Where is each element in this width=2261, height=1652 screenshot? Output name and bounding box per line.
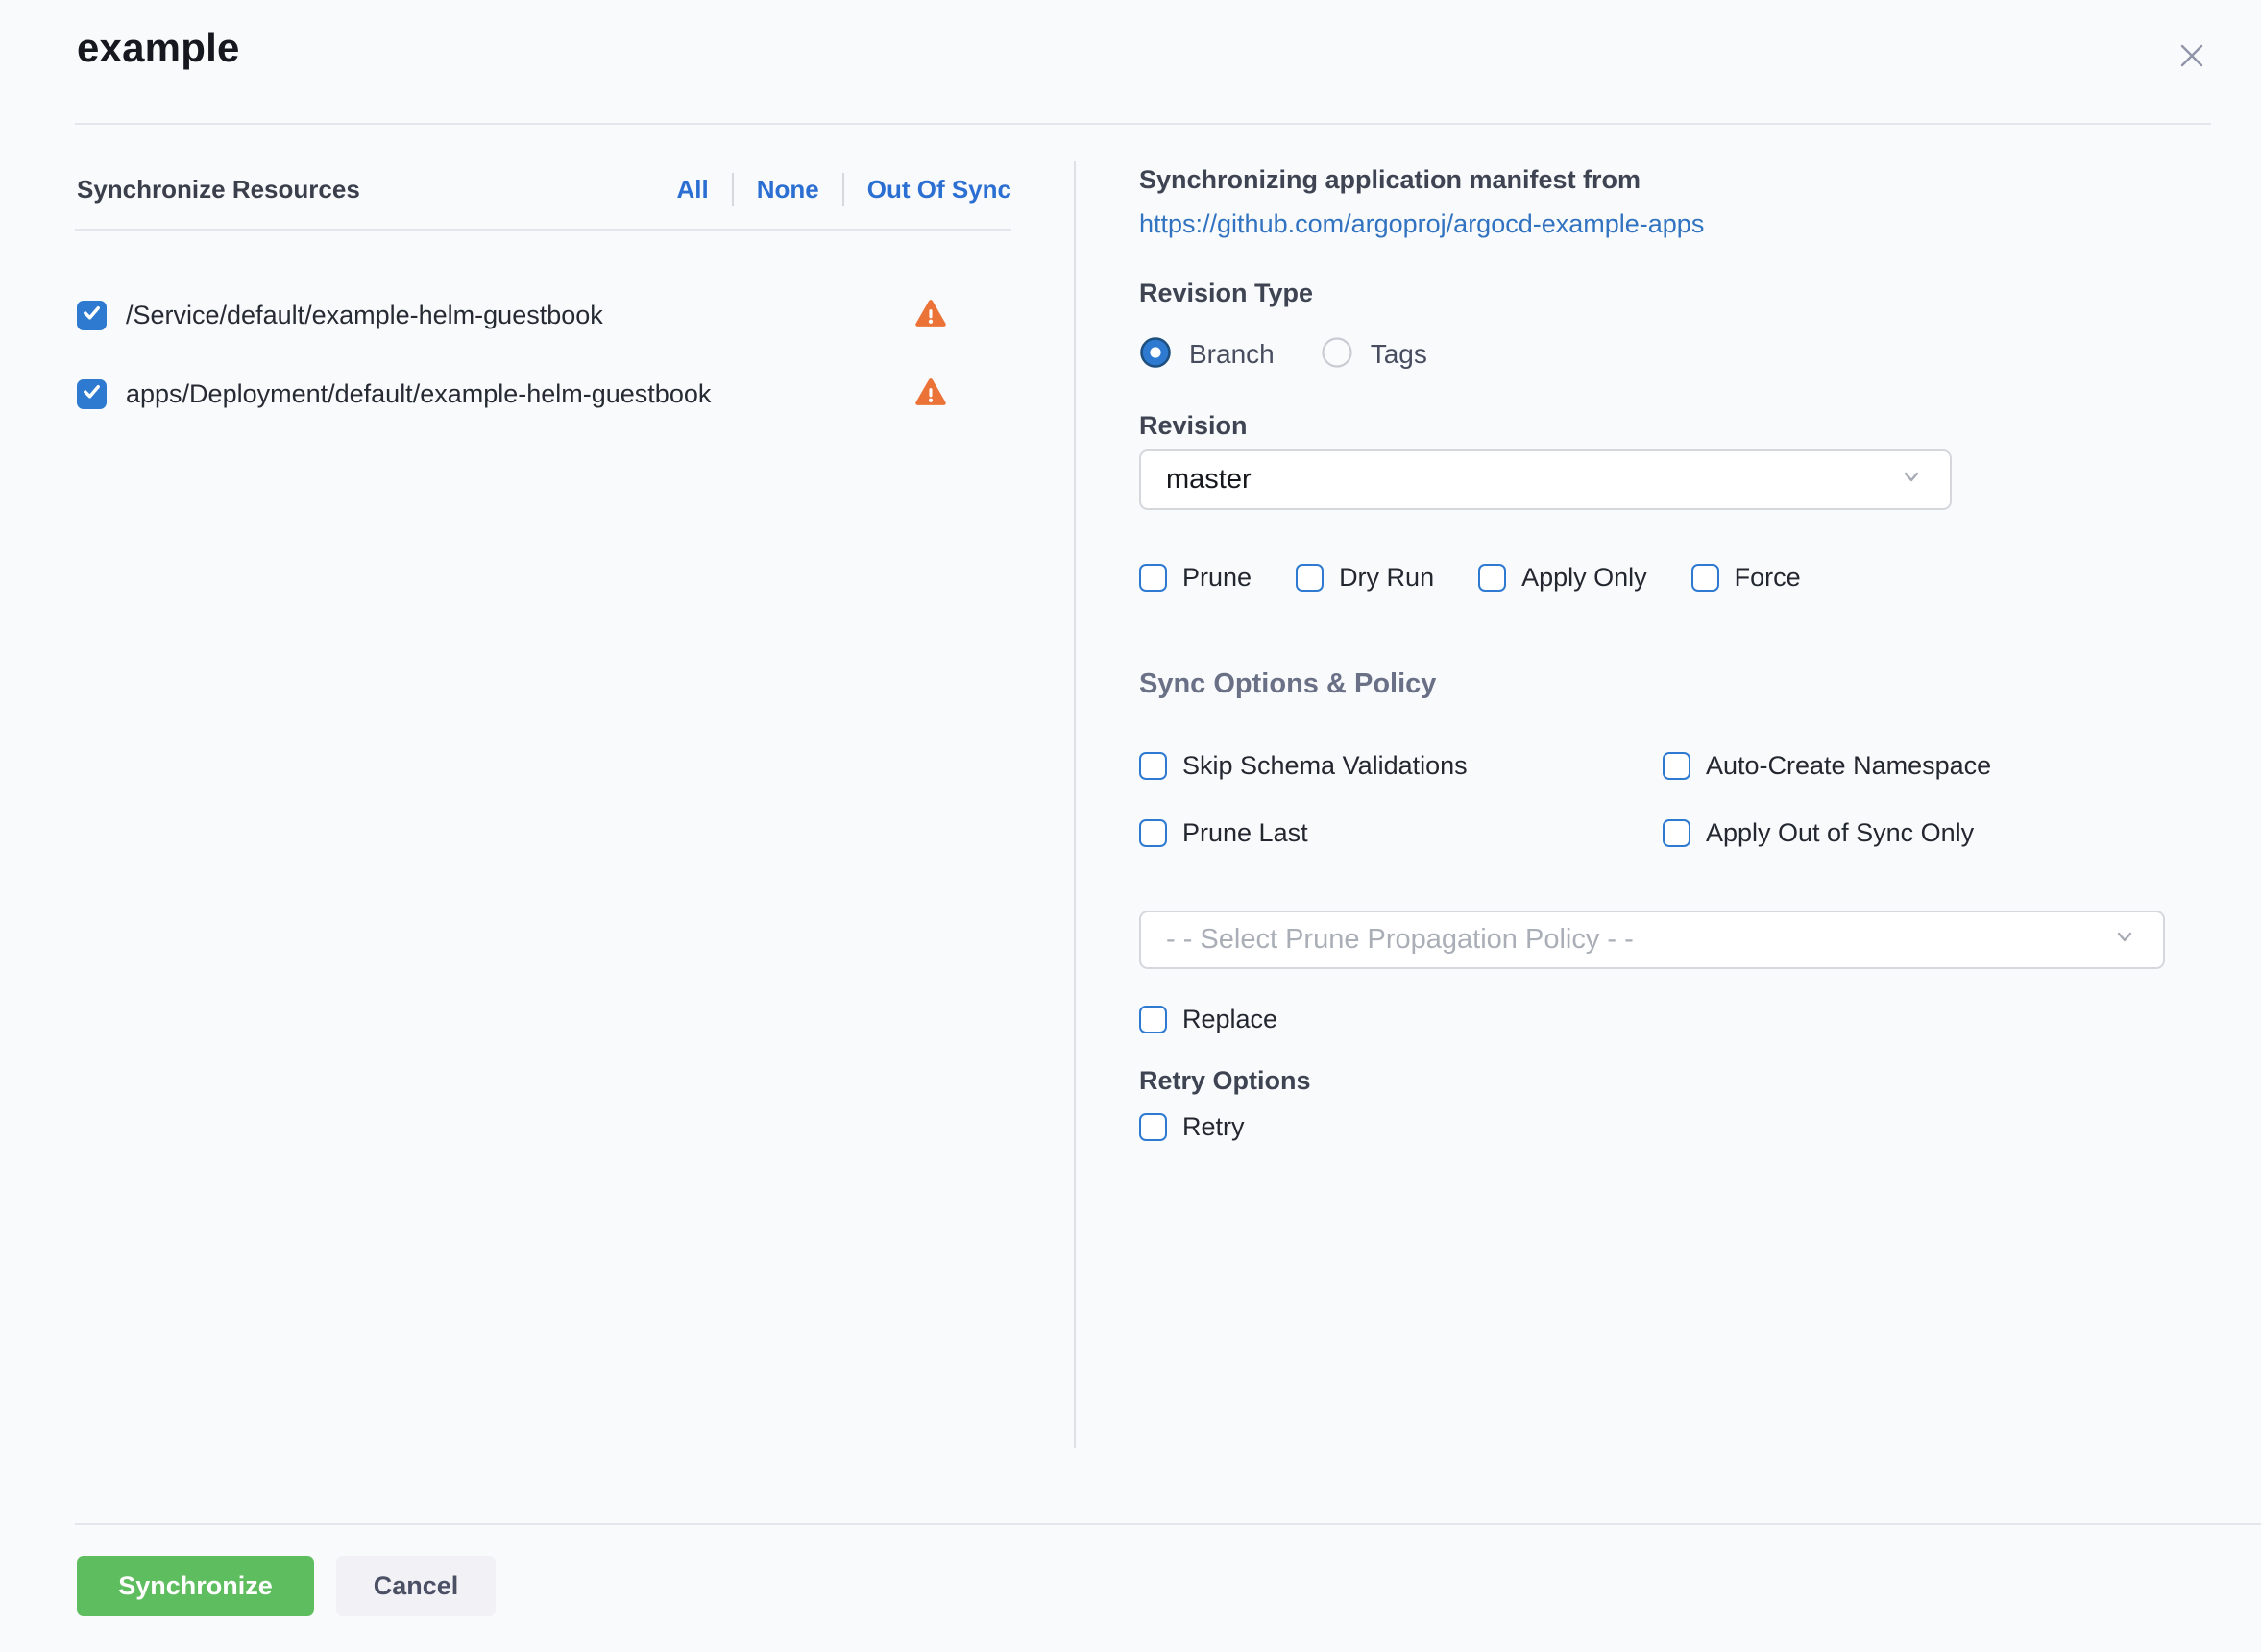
- radio-branch[interactable]: Branch: [1139, 336, 1275, 374]
- close-icon: [2175, 38, 2209, 78]
- filter-none-link[interactable]: None: [734, 175, 842, 205]
- retry-label: Retry: [1182, 1112, 1245, 1142]
- retry-options-heading: Retry Options: [1139, 1066, 1311, 1096]
- force-label: Force: [1735, 563, 1801, 593]
- revision-type-label: Revision Type: [1139, 279, 1313, 308]
- resource-label: apps/Deployment/default/example-helm-gue…: [126, 379, 711, 409]
- retry-checkbox[interactable]: Retry: [1139, 1112, 1245, 1142]
- checkbox: [1139, 564, 1167, 592]
- apply-only-label: Apply Only: [1521, 563, 1647, 593]
- chevron-down-icon: [1898, 463, 1925, 498]
- resource-checkbox[interactable]: [77, 301, 107, 330]
- radio-tags-label: Tags: [1371, 339, 1427, 370]
- resources-header: Synchronize Resources All None Out Of Sy…: [77, 173, 1011, 206]
- resources-divider: [75, 229, 1011, 231]
- cancel-button[interactable]: Cancel: [336, 1556, 496, 1616]
- apply-out-of-sync-only-label: Apply Out of Sync Only: [1706, 818, 1974, 848]
- warning-icon: [914, 377, 947, 414]
- revision-label: Revision: [1139, 411, 1248, 441]
- checkbox: [1139, 819, 1167, 847]
- radio-selected-icon: [1139, 336, 1172, 374]
- replace-checkbox[interactable]: Replace: [1139, 1005, 1277, 1034]
- footer-divider: [75, 1523, 2261, 1525]
- replace-label: Replace: [1182, 1005, 1277, 1034]
- page-title: example: [77, 25, 240, 71]
- checkmark-icon: [81, 380, 103, 407]
- revision-type-radio-group: Branch Tags: [1139, 336, 1473, 373]
- sync-options-heading: Sync Options & Policy: [1139, 668, 1436, 700]
- filter-out-of-sync-link[interactable]: Out Of Sync: [844, 175, 1011, 205]
- dry-run-label: Dry Run: [1339, 563, 1434, 593]
- chevron-down-icon: [2111, 923, 2138, 958]
- resource-filters: All None Out Of Sync: [654, 173, 1011, 206]
- prune-label: Prune: [1182, 563, 1252, 593]
- checkbox: [1663, 752, 1690, 780]
- resource-checkbox[interactable]: [77, 379, 107, 409]
- dry-run-checkbox[interactable]: Dry Run: [1296, 563, 1434, 593]
- resource-row: apps/Deployment/default/example-helm-gue…: [77, 375, 1011, 413]
- panel-divider: [1074, 161, 1076, 1448]
- checkbox: [1139, 1006, 1167, 1033]
- prune-checkbox[interactable]: Prune: [1139, 563, 1252, 593]
- resource-row: /Service/default/example-helm-guestbook: [77, 296, 1011, 334]
- checkmark-icon: [81, 302, 103, 328]
- checkbox: [1478, 564, 1506, 592]
- sync-options-grid: Skip Schema Validations Auto-Create Name…: [1139, 751, 1991, 848]
- auto-create-namespace-label: Auto-Create Namespace: [1706, 751, 1991, 781]
- radio-unselected-icon: [1321, 336, 1353, 374]
- skip-schema-validations-label: Skip Schema Validations: [1182, 751, 1468, 781]
- manifest-source-label: Synchronizing application manifest from: [1139, 165, 1641, 195]
- prune-last-checkbox[interactable]: Prune Last: [1139, 818, 1663, 848]
- checkbox: [1691, 564, 1719, 592]
- checkbox: [1663, 819, 1690, 847]
- warning-icon: [914, 298, 947, 335]
- checkbox: [1139, 752, 1167, 780]
- sync-flags-row: Prune Dry Run Apply Only Force: [1139, 563, 1845, 593]
- synchronize-button[interactable]: Synchronize: [77, 1556, 314, 1616]
- skip-schema-validations-checkbox[interactable]: Skip Schema Validations: [1139, 751, 1663, 781]
- close-button[interactable]: [2171, 36, 2213, 79]
- revision-select-value: master: [1166, 464, 1252, 496]
- resource-label: /Service/default/example-helm-guestbook: [126, 301, 603, 330]
- filter-all-link[interactable]: All: [654, 175, 732, 205]
- force-checkbox[interactable]: Force: [1691, 563, 1801, 593]
- repo-url-link[interactable]: https://github.com/argoproj/argocd-examp…: [1139, 209, 1704, 239]
- radio-tags[interactable]: Tags: [1321, 336, 1427, 374]
- apply-out-of-sync-only-checkbox[interactable]: Apply Out of Sync Only: [1663, 818, 1991, 848]
- header-divider: [75, 123, 2211, 125]
- auto-create-namespace-checkbox[interactable]: Auto-Create Namespace: [1663, 751, 1991, 781]
- apply-only-checkbox[interactable]: Apply Only: [1478, 563, 1647, 593]
- radio-branch-label: Branch: [1189, 339, 1275, 370]
- resources-heading: Synchronize Resources: [77, 175, 360, 205]
- revision-select[interactable]: master: [1139, 449, 1952, 510]
- prune-propagation-policy-select[interactable]: - - Select Prune Propagation Policy - -: [1139, 911, 2165, 969]
- prune-last-label: Prune Last: [1182, 818, 1308, 848]
- prune-propagation-policy-placeholder: - - Select Prune Propagation Policy - -: [1166, 924, 1634, 956]
- checkbox: [1296, 564, 1324, 592]
- checkbox: [1139, 1113, 1167, 1141]
